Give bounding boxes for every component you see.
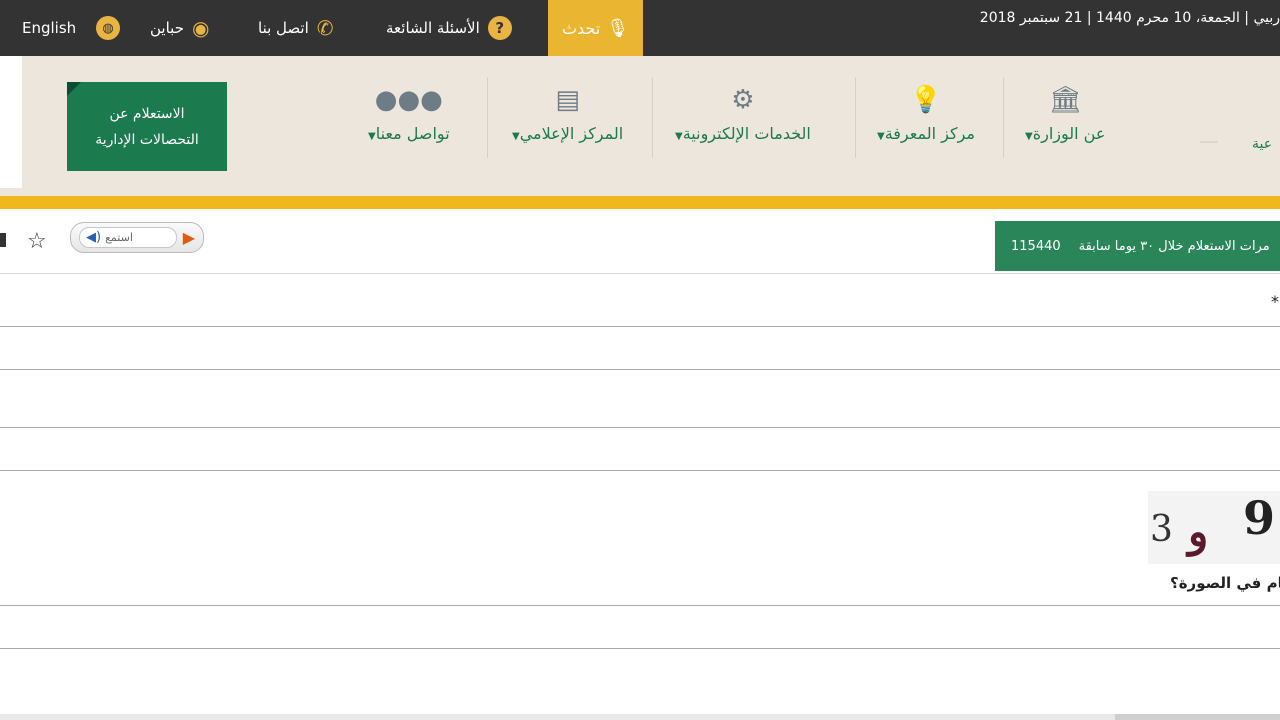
nav-item-e-services[interactable]: ⚙ الخدمات الإلكترونية▼: [675, 86, 811, 156]
star-icon[interactable]: ☆: [27, 229, 47, 254]
nav-item-knowledge-center[interactable]: 💡 مركز المعرفة▼: [877, 86, 975, 156]
caret-down-icon: ▼: [877, 131, 885, 142]
listen-button[interactable]: ◀) استمع ▶: [70, 222, 204, 253]
accent-divider: [0, 196, 1280, 209]
left-panel-edge: [0, 56, 22, 188]
tool-row: ☆ ◀) استمع ▶ 115440 مرات الاستعلام خلال …: [0, 209, 1280, 274]
nav-item-about-ministry[interactable]: 🏛 عن الوزارة▼: [1025, 86, 1105, 156]
inquiry-line-2: التحصالات الإدارية: [95, 131, 199, 148]
field-line: [0, 427, 1280, 428]
bottom-scroll-area: [0, 714, 1280, 720]
caret-down-icon: ▼: [368, 131, 376, 142]
language-switch[interactable]: English: [22, 0, 76, 56]
question-icon: ?: [487, 16, 512, 40]
language-label[interactable]: English: [22, 19, 76, 37]
bank-building-icon: 🏛: [1048, 85, 1082, 115]
logo-watermark: ـــ: [1200, 124, 1218, 148]
nav-label: الخدمات الإلكترونية: [682, 124, 811, 143]
globe-icon[interactable]: ◍: [96, 0, 120, 56]
scrollbar-thumb[interactable]: [1115, 714, 1280, 720]
top-bar: English ◍ حباين ◉ اتصل بنا ✆ الأسئلة الش…: [0, 0, 1280, 56]
administrative-inquiry-button[interactable]: الاستعلام عن التحصالات الإدارية: [67, 82, 227, 171]
inquiry-stats-banner: 115440 مرات الاستعلام خلال ٣٠ يوما سابقة: [995, 221, 1280, 271]
listen-label-box: ◀) استمع: [79, 227, 177, 248]
captcha-char: 9: [1243, 491, 1276, 545]
nav-item-contact-us[interactable]: ●●● تواصل معنا▼: [368, 86, 450, 156]
contact-label[interactable]: اتصل بنا: [258, 19, 309, 37]
field-line: [0, 326, 1280, 327]
divider: [652, 78, 653, 158]
faq-label[interactable]: الأسئلة الشائعة: [386, 19, 480, 37]
play-icon[interactable]: ▶: [183, 228, 195, 247]
newspaper-icon: ▤: [555, 85, 580, 115]
nav-label: تواصل معنا: [375, 124, 450, 143]
main-navigation: ـــ الاستعلام عن التحصالات الإدارية ●●● …: [0, 56, 1280, 196]
date-text: ربيي | الجمعة، 10 محرم 1440 | 21 سبتمبر …: [979, 10, 1280, 26]
stats-count: 115440: [1011, 238, 1061, 254]
divider: [855, 78, 856, 158]
nav-label: عن الوزارة: [1032, 124, 1106, 143]
required-mark: *: [1271, 292, 1279, 311]
captcha-image: 3 و 9: [1148, 491, 1280, 564]
lightbulb-icon: 💡: [909, 85, 943, 115]
captcha-char: و: [1188, 507, 1209, 556]
inquiry-line-1: الاستعلام عن: [109, 105, 185, 122]
faq-link[interactable]: الأسئلة الشائعة ?: [386, 0, 512, 56]
field-line: [0, 648, 1280, 649]
caret-down-icon: ▼: [675, 131, 683, 142]
talk-button[interactable]: تحدث 🎙: [548, 0, 643, 56]
field-line: [0, 470, 1280, 471]
divider: [1003, 78, 1004, 158]
captcha-input-line[interactable]: [0, 605, 1280, 606]
nav-label: المركز الإعلامي: [519, 124, 624, 143]
accessibility-link[interactable]: حباين ◉: [150, 0, 209, 56]
listen-label: استمع: [105, 231, 133, 244]
field-line: [0, 369, 1280, 370]
logo-text: عية: [1252, 136, 1273, 152]
email-icon[interactable]: [0, 233, 6, 247]
date-display: ربيي | الجمعة، 10 محرم 1440 | 21 سبتمبر …: [980, 0, 1280, 36]
nav-item-media-center[interactable]: ▤ المركز الإعلامي▼: [512, 86, 623, 156]
phone-icon: ✆: [316, 16, 334, 40]
divider: [487, 78, 488, 158]
speaker-icon: ◀): [86, 230, 102, 245]
caret-down-icon: ▼: [1025, 131, 1033, 142]
microphone-icon: 🎙: [606, 17, 630, 39]
talk-label: تحدث: [561, 18, 601, 38]
captcha-char: 3: [1150, 509, 1173, 550]
gears-icon: ⚙: [731, 85, 755, 115]
stats-text: مرات الاستعلام خلال ٣٠ يوما سابقة: [1078, 238, 1270, 254]
accessibility-label[interactable]: حباين: [150, 19, 184, 37]
nav-label: مركز المعرفة: [884, 124, 975, 143]
contact-link[interactable]: اتصل بنا ✆: [258, 0, 334, 56]
eye-slash-icon: ◉: [191, 16, 210, 40]
people-icon: ●●●: [374, 85, 443, 115]
captcha-question-label: * نام في الصورة؟: [1170, 574, 1280, 592]
page: English ◍ حباين ◉ اتصل بنا ✆ الأسئلة الش…: [0, 0, 1280, 720]
caret-down-icon: ▼: [512, 131, 520, 142]
